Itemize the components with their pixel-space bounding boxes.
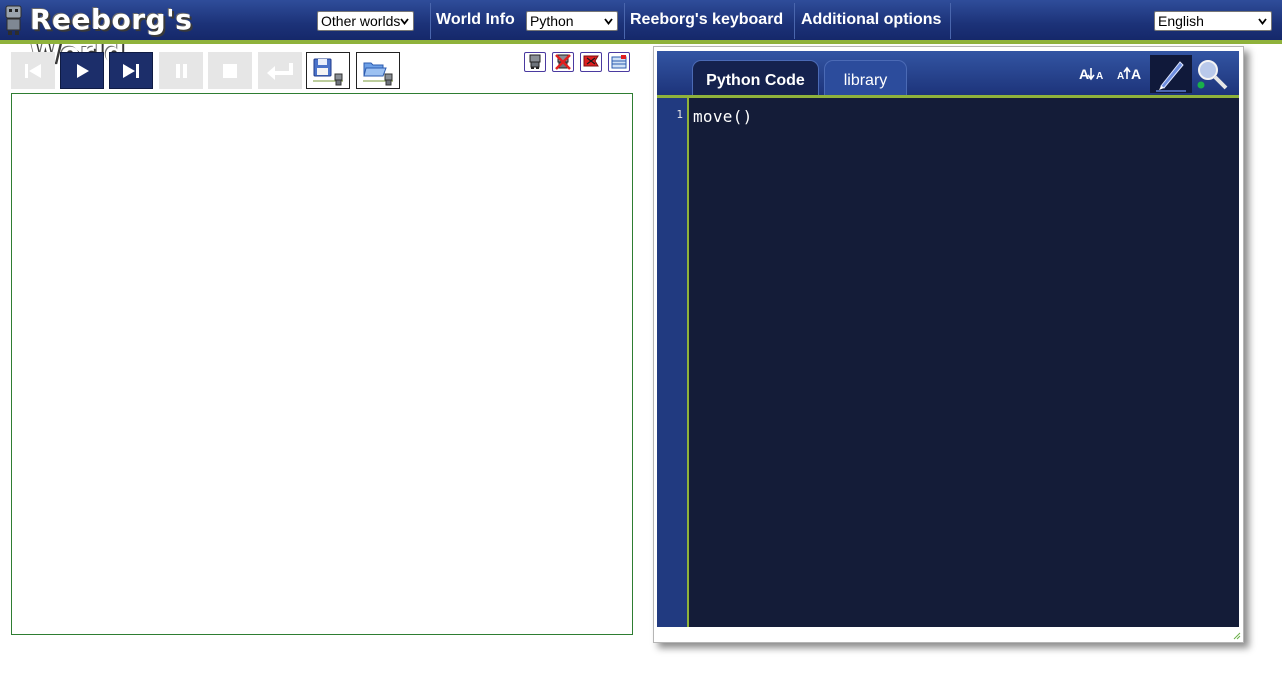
tab-python-code-label: Python Code [706, 72, 805, 89]
remove-robot-button[interactable] [552, 52, 574, 72]
tab-python-code[interactable]: Python Code [692, 60, 819, 100]
ui-language-label: English [1158, 13, 1204, 29]
editor-panel: Python Code library A A A A 1 move() [653, 46, 1244, 643]
skip-back-icon [25, 63, 41, 78]
pen-icon [1156, 61, 1186, 92]
return-icon [267, 62, 293, 80]
flag-button[interactable] [580, 52, 602, 72]
programming-language-label: Python [530, 13, 574, 29]
world-canvas[interactable] [11, 93, 633, 635]
robot-icon [529, 54, 541, 69]
tab-library[interactable]: library [824, 60, 907, 100]
svg-text:A: A [1117, 71, 1124, 82]
ui-language-select[interactable]: English [1154, 11, 1272, 31]
tab-library-label: library [843, 72, 888, 89]
world-info-link[interactable]: World Info [436, 11, 515, 29]
step-button[interactable] [109, 52, 153, 89]
stop-button[interactable] [208, 52, 252, 89]
increase-font-button[interactable]: A A [1111, 55, 1149, 93]
other-worlds-label: Other worlds [321, 13, 401, 29]
decrease-font-button[interactable]: A A [1073, 55, 1111, 93]
world-edit-button[interactable] [608, 52, 630, 72]
chevron-down-icon [604, 18, 613, 25]
robot-logo-icon [5, 5, 22, 35]
highlight-button[interactable] [1150, 55, 1192, 93]
robot-view-button[interactable] [524, 52, 546, 72]
additional-options-link[interactable]: Additional options [801, 11, 941, 29]
reverse-step-button[interactable] [11, 52, 55, 89]
pause-icon [176, 63, 187, 78]
chevron-down-icon [400, 18, 409, 25]
stop-icon [223, 63, 237, 78]
play-icon [77, 63, 89, 78]
save-program-button[interactable] [306, 52, 350, 89]
code-line: move() [693, 107, 753, 126]
chevron-down-icon [1258, 18, 1267, 25]
reload-button[interactable] [258, 52, 302, 89]
editor-tab-bar: Python Code library A A A A [657, 51, 1239, 100]
svg-text:A: A [1079, 66, 1089, 82]
magnifier-icon [1197, 60, 1228, 90]
line-number-gutter: 1 [657, 98, 687, 627]
menu-divider [624, 3, 625, 39]
header-accent-rule [0, 40, 1282, 44]
world-edit-icon [611, 55, 627, 69]
red-flag-icon [583, 55, 599, 67]
watch-variables-button[interactable] [1193, 55, 1231, 93]
decrease-font-icon: A A [1079, 66, 1103, 82]
menu-divider [950, 3, 951, 39]
step-forward-icon [123, 63, 139, 78]
menu-divider [794, 3, 795, 39]
resize-handle-icon[interactable] [1233, 632, 1241, 640]
increase-font-icon: A A [1117, 66, 1141, 82]
pause-button[interactable] [159, 52, 203, 89]
code-editor[interactable]: move() [689, 98, 1239, 627]
programming-language-select[interactable]: Python [526, 11, 618, 31]
site-logo[interactable]: Reeborg's World [0, 0, 262, 69]
run-button[interactable] [60, 52, 104, 89]
load-program-button[interactable] [356, 52, 400, 89]
robot-delete-icon [555, 54, 571, 70]
other-worlds-select[interactable]: Other worlds [317, 11, 414, 31]
menu-divider [430, 3, 431, 39]
svg-text:A: A [1131, 66, 1141, 82]
floppy-disk-icon [313, 58, 343, 85]
line-number: 1 [676, 108, 683, 121]
svg-text:A: A [1096, 71, 1103, 82]
keyboard-link[interactable]: Reeborg's keyboard [630, 11, 783, 29]
open-folder-icon [363, 62, 393, 85]
top-menu-bar: Reeborg's World Other worlds World Info … [0, 0, 1282, 69]
